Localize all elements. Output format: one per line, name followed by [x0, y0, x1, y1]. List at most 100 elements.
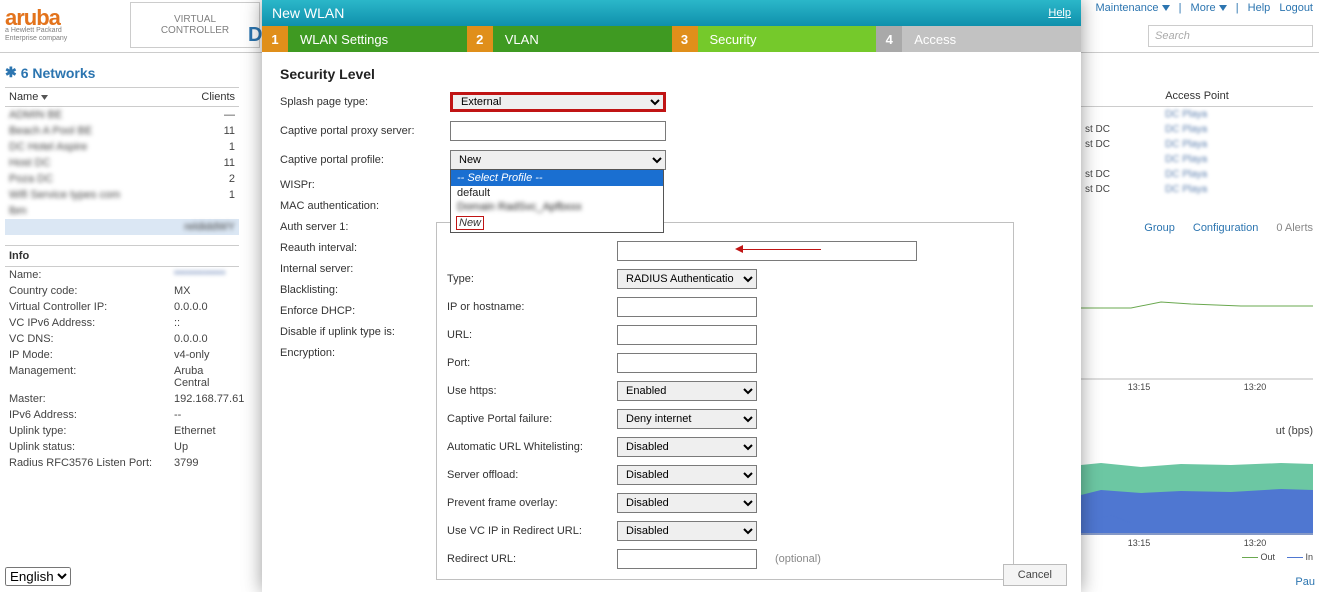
sort-down-icon — [41, 95, 48, 100]
networks-title[interactable]: 6 Networks — [21, 65, 96, 81]
top-menu[interactable]: Maintenance | More | Help Logout — [1090, 2, 1314, 14]
vcip-label: Use VC IP in Redirect URL: — [447, 525, 617, 537]
vc-box[interactable]: VIRTUALCONTROLLER — [130, 2, 260, 48]
chart-legend: Out In — [1081, 552, 1313, 562]
ap-links: Group Configuration 0 Alerts — [1144, 222, 1313, 234]
chart-2 — [1081, 445, 1313, 535]
frame-select[interactable]: Disabled — [617, 493, 757, 513]
table-row[interactable]: DC Hotel Aspire1 — [5, 139, 239, 155]
https-select[interactable]: Enabled — [617, 381, 757, 401]
step-vlan[interactable]: 2VLAN — [467, 26, 672, 52]
brand-name: aruba — [5, 9, 60, 27]
blacklist-label: Blacklisting: — [280, 284, 450, 296]
group-link[interactable]: Group — [1144, 222, 1175, 234]
url-label: URL: — [447, 329, 617, 341]
splash-page-type-select[interactable]: External — [450, 92, 666, 112]
optional-text: (optional) — [775, 553, 821, 565]
reauth-label: Reauth interval: — [280, 242, 450, 254]
ip-input[interactable] — [617, 297, 757, 317]
networks-icon: ✱ — [5, 64, 17, 81]
letter-d: D — [248, 24, 262, 47]
port-input[interactable] — [617, 353, 757, 373]
table-row[interactable]: lbm — [5, 203, 239, 219]
info-panel: Info Name:************ Country code:MX V… — [5, 245, 239, 471]
failure-label: Captive Portal failure: — [447, 413, 617, 425]
chart1-ticks: 13:1513:20 — [1081, 382, 1313, 392]
language-select[interactable]: English — [5, 567, 71, 586]
captive-proxy-input[interactable] — [450, 121, 666, 141]
ip-label: IP or hostname: — [447, 301, 617, 313]
profile-dropdown-popup: -- Select Profile -- default Domain RadS… — [450, 169, 664, 233]
table-row-selected[interactable]: reldiddWY — [5, 219, 239, 235]
auth-server-label: Auth server 1: — [280, 221, 450, 233]
step-wlan-settings[interactable]: 1WLAN Settings — [262, 26, 467, 52]
profile-name-input[interactable] — [617, 241, 917, 261]
col-name[interactable]: Name — [5, 88, 178, 107]
splash-label: Splash page type: — [280, 96, 450, 108]
ap-title: Access Point — [1081, 86, 1313, 107]
whitelist-label: Automatic URL Whitelisting: — [447, 441, 617, 453]
chart2-title: ut (bps) — [1276, 425, 1313, 437]
enforce-dhcp-label: Enforce DHCP: — [280, 305, 450, 317]
vcip-select[interactable]: Disabled — [617, 521, 757, 541]
list-item[interactable]: st DCDC Playa — [1081, 137, 1313, 152]
disable-uplink-label: Disable if uplink type is: — [280, 326, 450, 338]
ap-panel: Access Point DC Playa st DCDC Playa st D… — [1081, 86, 1313, 197]
dropdown-option-2[interactable]: Domain RadSvc_Apfbxxx — [451, 200, 663, 214]
captive-profile-select[interactable]: New — [450, 150, 666, 170]
dropdown-header: -- Select Profile -- — [451, 170, 663, 186]
encryption-label: Encryption: — [280, 347, 450, 359]
list-item[interactable]: st DCDC Playa — [1081, 182, 1313, 197]
chart2-ticks: 13:1513:20 — [1081, 538, 1313, 548]
wispr-label: WISPr: — [280, 179, 450, 191]
mac-auth-label: MAC authentication: — [280, 200, 450, 212]
config-link[interactable]: Configuration — [1193, 222, 1258, 234]
table-row[interactable]: Host DC11 — [5, 155, 239, 171]
cancel-button[interactable]: Cancel — [1003, 564, 1067, 586]
logout-link[interactable]: Logout — [1279, 2, 1313, 14]
proxy-label: Captive portal proxy server: — [280, 125, 450, 137]
new-wlan-dialog: New WLAN Help 1WLAN Settings 2VLAN 3Secu… — [262, 0, 1081, 592]
port-label: Port: — [447, 357, 617, 369]
caret-icon — [1219, 5, 1227, 11]
redirect-url-input[interactable] — [617, 549, 757, 569]
info-title: Info — [5, 245, 239, 267]
dropdown-option-new[interactable]: New — [456, 216, 484, 230]
url-input[interactable] — [617, 325, 757, 345]
type-select[interactable]: RADIUS Authenticatio — [617, 269, 757, 289]
search-input[interactable]: Search — [1148, 25, 1313, 47]
profile-label: Captive portal profile: — [280, 154, 450, 166]
step-access[interactable]: 4Access — [876, 26, 1081, 52]
networks-panel: ✱ 6 Networks Name Clients ADMIN BE— Beac… — [5, 60, 239, 235]
help-link[interactable]: Help — [1248, 2, 1271, 14]
offload-label: Server offload: — [447, 469, 617, 481]
list-item[interactable]: DC Playa — [1081, 107, 1313, 122]
maintenance-link[interactable]: Maintenance — [1096, 2, 1159, 14]
pau-link[interactable]: Pau — [1295, 576, 1315, 588]
offload-select[interactable]: Disabled — [617, 465, 757, 485]
redirect-url-label: Redirect URL: — [447, 553, 617, 565]
frame-label: Prevent frame overlay: — [447, 497, 617, 509]
area-chart-icon — [1081, 445, 1313, 535]
whitelist-select[interactable]: Disabled — [617, 437, 757, 457]
profile-inner-panel: Type:RADIUS Authenticatio IP or hostname… — [436, 222, 1014, 580]
line-chart-icon — [1081, 290, 1313, 380]
brand-logo: aruba a Hewlett Packard Enterprise compa… — [5, 0, 130, 53]
col-clients[interactable]: Clients — [178, 88, 239, 107]
step-security[interactable]: 3Security — [672, 26, 877, 52]
list-item[interactable]: DC Playa — [1081, 152, 1313, 167]
failure-select[interactable]: Deny internet — [617, 409, 757, 429]
internal-server-label: Internal server: — [280, 263, 450, 275]
table-row[interactable]: Beach A Pool BE11 — [5, 123, 239, 139]
dialog-help-link[interactable]: Help — [1048, 7, 1071, 19]
table-row[interactable]: ADMIN BE— — [5, 107, 239, 124]
dropdown-option-default[interactable]: default — [451, 186, 663, 200]
caret-icon — [1162, 5, 1170, 11]
list-item[interactable]: st DCDC Playa — [1081, 167, 1313, 182]
table-row[interactable]: Wifi Service types com1 — [5, 187, 239, 203]
type-label: Type: — [447, 273, 617, 285]
alerts-label: 0 Alerts — [1276, 222, 1313, 234]
list-item[interactable]: st DCDC Playa — [1081, 122, 1313, 137]
more-link[interactable]: More — [1191, 2, 1216, 14]
table-row[interactable]: Poza DC2 — [5, 171, 239, 187]
